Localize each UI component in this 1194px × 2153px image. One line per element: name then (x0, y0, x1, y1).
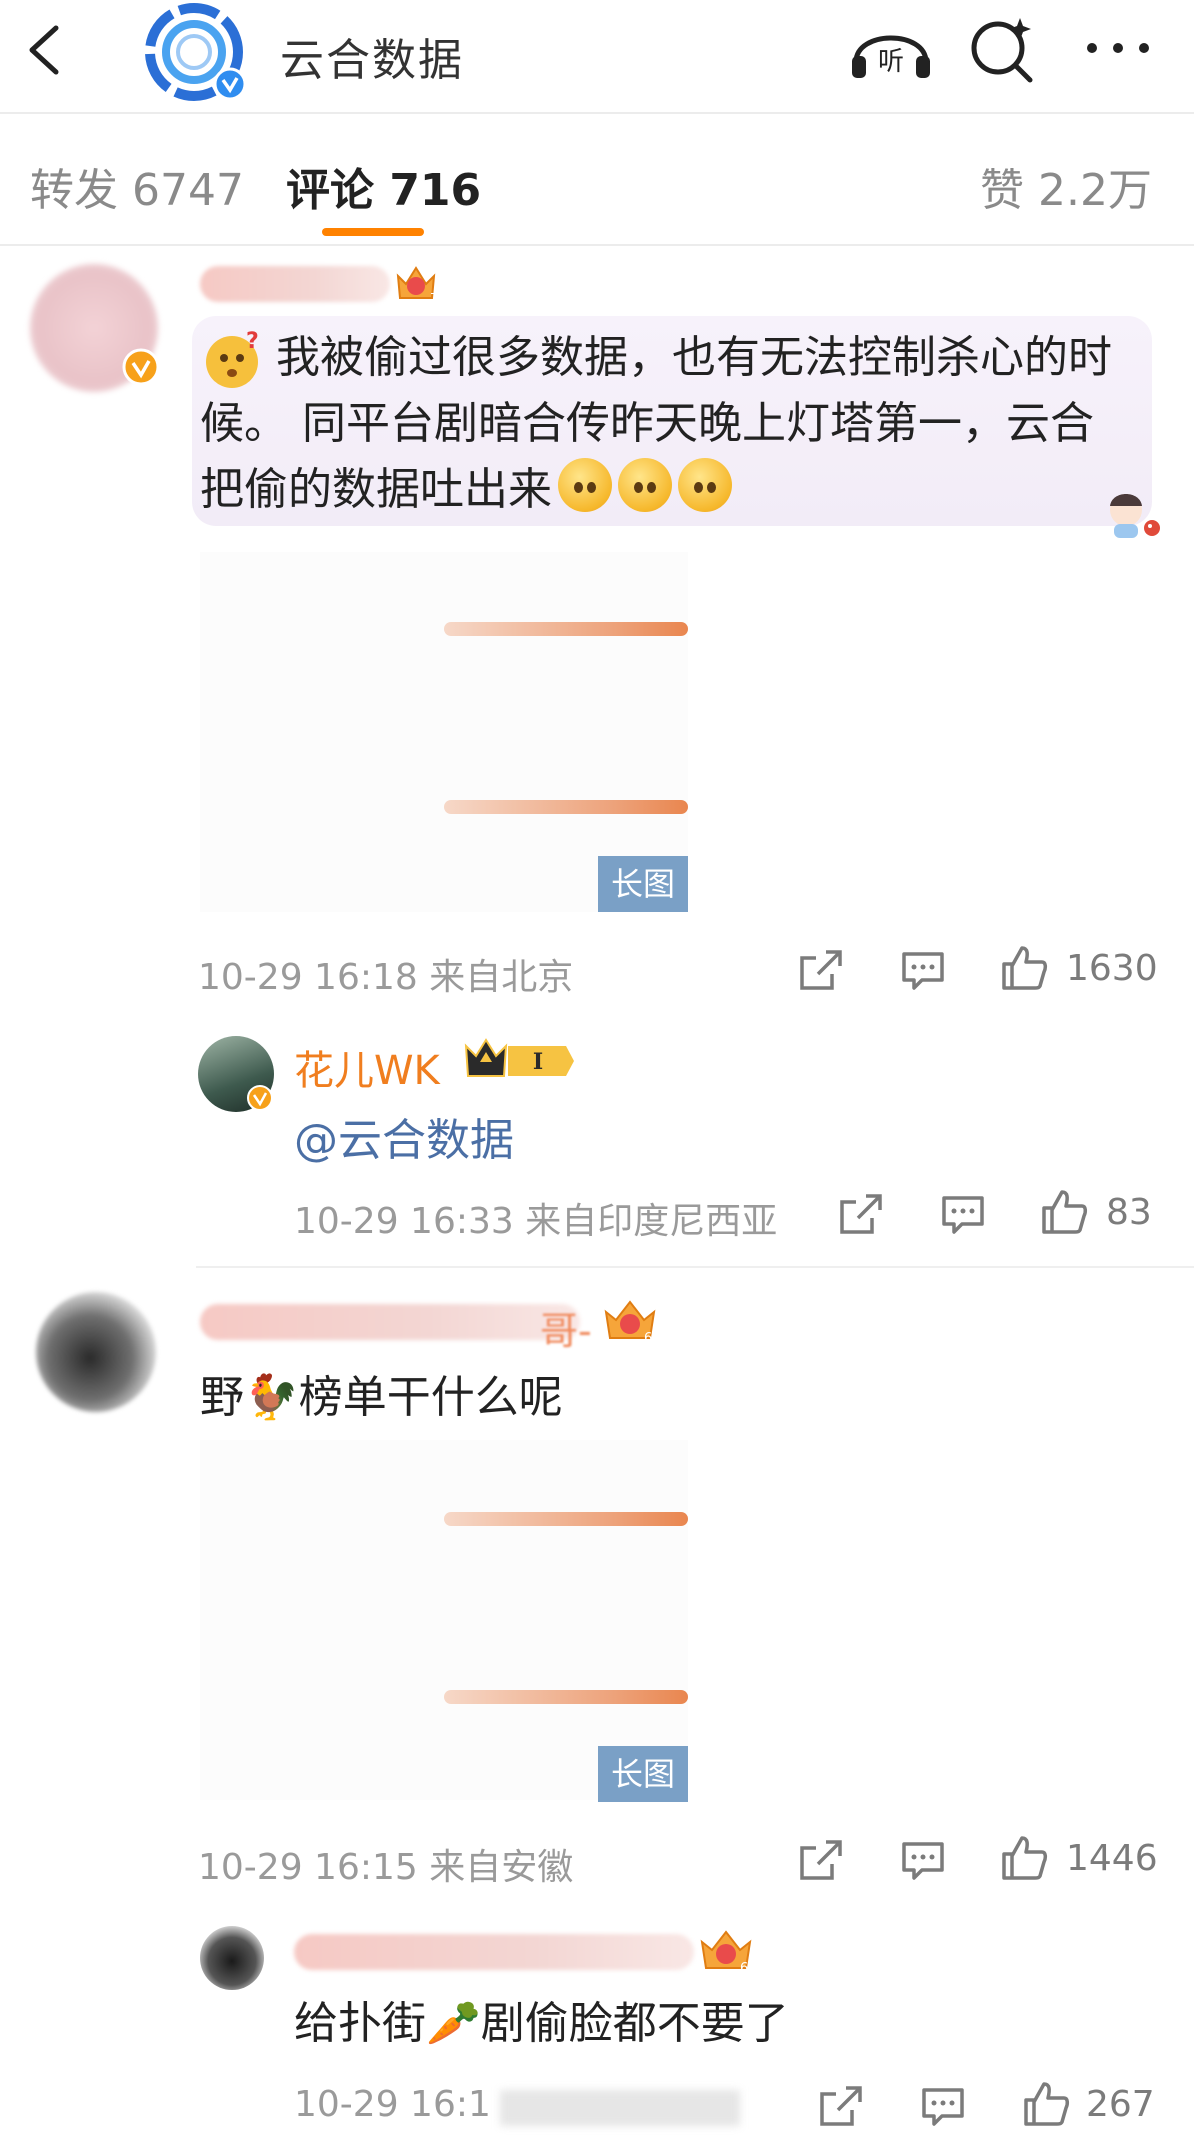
thumbs-up-icon[interactable] (1022, 2080, 1070, 2128)
thumbs-up-icon[interactable] (1000, 1834, 1048, 1882)
svg-text:6: 6 (740, 1961, 748, 1976)
reply-username-blurred[interactable] (294, 1934, 694, 1970)
thumbs-up-icon[interactable] (1040, 1188, 1088, 1236)
avatar[interactable] (36, 1292, 156, 1412)
fan-level-crown-icon: 6 (604, 1300, 656, 1346)
top-bar: 云合数据 听 (0, 0, 1194, 114)
image-bar-stripe (444, 1690, 688, 1704)
reply-timestamp: 10-29 16:1 (294, 2084, 491, 2125)
comment-icon[interactable] (900, 950, 946, 992)
account-avatar-logo[interactable] (140, 2, 252, 102)
comment-divider (196, 1266, 1194, 1268)
username-blurred[interactable] (200, 266, 390, 302)
username-visible-part: 哥- (540, 1309, 592, 1353)
reply-timestamp: 10-29 16:33 来自印度尼西亚 (294, 1201, 778, 1242)
like-count: 1446 (1066, 1838, 1158, 1879)
long-image-tag: 长图 (598, 856, 688, 912)
comment-icon[interactable] (920, 2086, 966, 2128)
repost-icon[interactable] (818, 2084, 864, 2128)
image-bar-stripe (444, 800, 688, 814)
thumbs-up-icon[interactable] (1000, 944, 1048, 992)
back-chevron-icon[interactable] (18, 20, 78, 80)
reply-text: 给扑街🥕剧偷脸都不要了 (294, 1998, 789, 2049)
page-title: 云合数据 (280, 35, 464, 86)
vip-crown-badge-icon: I (464, 1038, 574, 1077)
reply-mention-link[interactable]: @云合数据 (294, 1104, 514, 1168)
comment-text-line: 候。 同平台剧暗合传昨天晚上灯塔第一，云合 (200, 398, 1094, 449)
tab-comments[interactable]: 评论 716 (286, 154, 481, 218)
comment-text-line: 把偷的数据吐出来 (200, 456, 732, 524)
long-image-tag: 长图 (598, 1746, 688, 1802)
upside-down-face-emoji-icon (678, 458, 732, 512)
fan-level-crown-icon: 7 (396, 266, 438, 305)
svg-text:7: 7 (430, 291, 438, 305)
repost-icon[interactable] (838, 1192, 884, 1236)
fan-level-crown-icon: 6 (700, 1930, 752, 1976)
comment-timestamp: 10-29 16:15 来自安徽 (198, 1847, 574, 1888)
like-count: 267 (1086, 2084, 1155, 2125)
like-count: 1630 (1066, 948, 1158, 989)
comment-text: 野🐓榜单干什么呢 (200, 1372, 563, 1423)
svg-text:听: 听 (878, 47, 904, 77)
headphones-listen-icon[interactable]: 听 (850, 18, 932, 80)
reply-username[interactable]: 花儿WK (294, 1038, 440, 1096)
active-tab-indicator (322, 228, 424, 236)
thinking-face-emoji-icon: ? (206, 329, 259, 388)
blurred-location (500, 2090, 740, 2126)
tab-repost[interactable]: 转发 6747 (30, 154, 244, 218)
weibo-comment-page: 云合数据 听 转发 6747 评论 716 赞 2.2万 7 ? 我被偷过很多数… (0, 0, 1194, 2153)
tab-likes[interactable]: 赞 2.2万 (980, 154, 1152, 218)
upside-down-face-emoji-icon (618, 458, 672, 512)
svg-text:?: ? (246, 329, 259, 354)
verified-badge-icon (247, 1085, 273, 1111)
username-blurred[interactable] (200, 1304, 580, 1340)
like-count: 83 (1106, 1192, 1152, 1233)
repost-icon[interactable] (798, 1838, 844, 1882)
tab-bar: 转发 6747 评论 716 赞 2.2万 (0, 114, 1194, 246)
more-dots-icon[interactable] (1082, 28, 1154, 68)
comment-text-line: 我被偷过很多数据，也有无法控制杀心的时 (276, 332, 1112, 383)
image-bar-stripe (444, 1512, 688, 1526)
svg-text:I: I (533, 1049, 543, 1075)
repost-icon[interactable] (798, 948, 844, 992)
image-bar-stripe (444, 622, 688, 636)
comment-icon[interactable] (940, 1194, 986, 1236)
svg-text:6: 6 (644, 1331, 652, 1346)
verified-badge-icon (122, 348, 160, 386)
bubble-decoration-sticker-icon (1110, 494, 1160, 538)
comment-timestamp: 10-29 16:18 来自北京 (198, 957, 574, 998)
upside-down-face-emoji-icon (558, 458, 612, 512)
search-sparkle-icon[interactable] (968, 14, 1040, 84)
reply-avatar[interactable] (200, 1926, 264, 1990)
comment-icon[interactable] (900, 1840, 946, 1882)
